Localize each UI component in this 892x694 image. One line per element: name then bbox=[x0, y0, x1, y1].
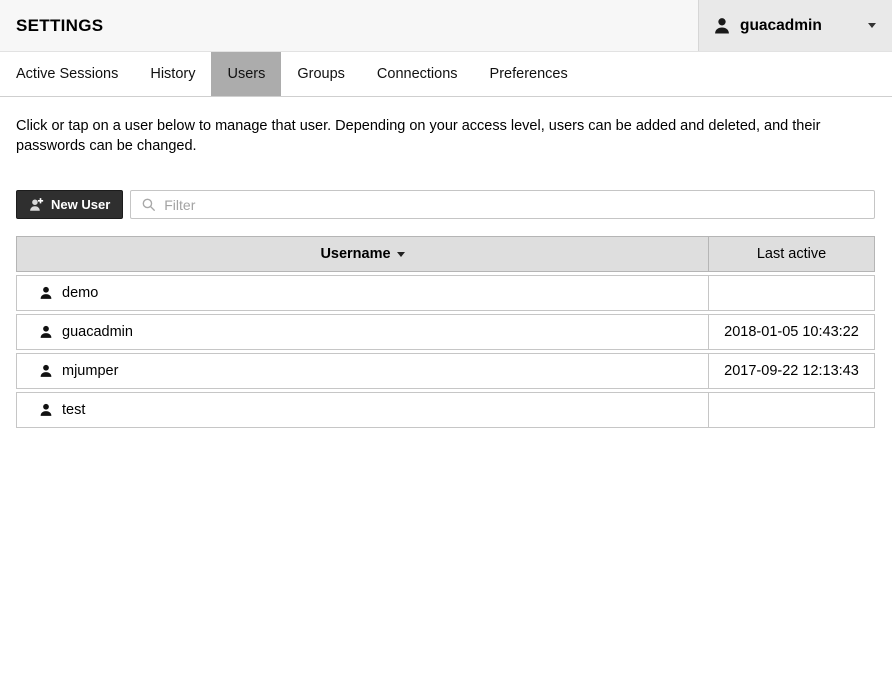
add-user-icon bbox=[29, 197, 44, 212]
user-icon bbox=[713, 17, 731, 35]
table-header-row: Username Last active bbox=[16, 236, 875, 272]
user-icon bbox=[39, 364, 53, 378]
filter-input[interactable] bbox=[164, 197, 874, 213]
username-cell-label: guacadmin bbox=[62, 324, 133, 340]
last-active-cell bbox=[708, 392, 875, 428]
new-user-button-label: New User bbox=[51, 197, 110, 212]
table-row[interactable]: mjumper 2017-09-22 12:13:43 bbox=[16, 353, 875, 389]
new-user-button[interactable]: New User bbox=[16, 190, 123, 219]
username-cell-label: test bbox=[62, 402, 85, 418]
app-header: SETTINGS guacadmin bbox=[0, 0, 892, 52]
sort-descending-icon bbox=[397, 252, 405, 257]
column-header-last-active[interactable]: Last active bbox=[708, 236, 875, 272]
tab-bar: Active SessionsHistoryUsersGroupsConnect… bbox=[0, 52, 892, 97]
filter-box bbox=[130, 190, 875, 219]
tab-groups[interactable]: Groups bbox=[281, 52, 361, 96]
page-description: Click or tap on a user below to manage t… bbox=[16, 116, 875, 156]
last-active-cell: 2017-09-22 12:13:43 bbox=[708, 353, 875, 389]
tab-history[interactable]: History bbox=[134, 52, 211, 96]
user-menu-username: guacadmin bbox=[740, 17, 822, 35]
action-bar: New User bbox=[16, 190, 875, 219]
column-header-last-active-label: Last active bbox=[757, 246, 826, 262]
user-icon bbox=[39, 325, 53, 339]
last-active-cell bbox=[708, 275, 875, 311]
user-menu-button[interactable]: guacadmin bbox=[698, 0, 892, 51]
users-table-body: demo guacadmin 2018-01-05 10:43:22 bbox=[16, 275, 875, 428]
tab-users[interactable]: Users bbox=[211, 52, 281, 96]
tab-preferences[interactable]: Preferences bbox=[474, 52, 584, 96]
column-header-username[interactable]: Username bbox=[16, 236, 708, 272]
tab-active-sessions[interactable]: Active Sessions bbox=[0, 52, 134, 96]
chevron-down-icon bbox=[868, 23, 876, 28]
main-content: Click or tap on a user below to manage t… bbox=[0, 116, 892, 431]
page-title: SETTINGS bbox=[0, 16, 103, 36]
table-row[interactable]: test bbox=[16, 392, 875, 428]
user-icon bbox=[39, 286, 53, 300]
username-cell-label: mjumper bbox=[62, 363, 118, 379]
table-row[interactable]: guacadmin 2018-01-05 10:43:22 bbox=[16, 314, 875, 350]
last-active-cell: 2018-01-05 10:43:22 bbox=[708, 314, 875, 350]
search-icon bbox=[141, 197, 156, 212]
user-icon bbox=[39, 403, 53, 417]
username-cell-label: demo bbox=[62, 285, 98, 301]
users-table: Username Last active demo bbox=[16, 233, 875, 431]
table-row[interactable]: demo bbox=[16, 275, 875, 311]
column-header-username-label: Username bbox=[320, 246, 390, 262]
tab-connections[interactable]: Connections bbox=[361, 52, 474, 96]
